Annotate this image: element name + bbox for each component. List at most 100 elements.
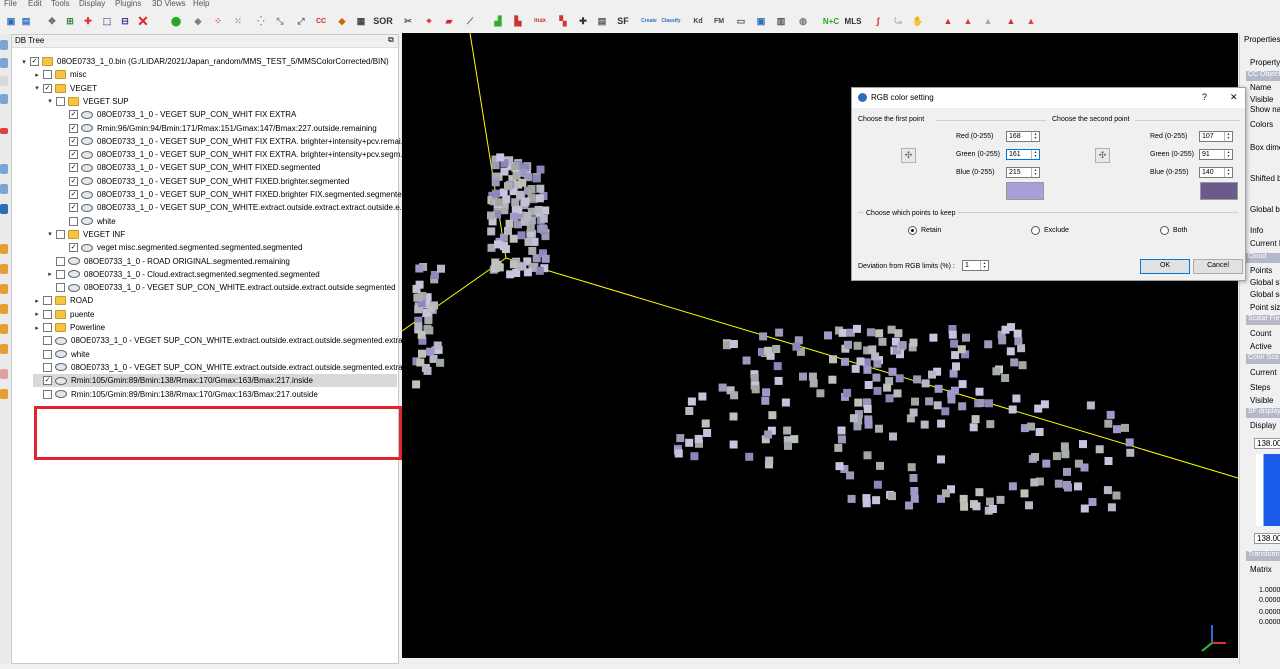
sor-button[interactable]: SOR — [372, 13, 394, 29]
tree-item[interactable]: ✓ Rmin:96/Gmin:94/Bmin:171/Rmax:151/Gmax:… — [59, 122, 377, 135]
collapse-arrow-icon[interactable]: ▾ — [20, 58, 28, 66]
tree-item[interactable]: 08OE0733_1_0 - VEGET SUP_CON_WHITE.extra… — [33, 334, 409, 347]
visibility-checkbox[interactable] — [43, 349, 52, 359]
delete-icon[interactable]: ✕ — [135, 13, 151, 29]
tree-item[interactable]: ▸ puente — [33, 308, 94, 321]
save-icon[interactable]: ▤ — [18, 13, 34, 29]
scatter-icon[interactable]: ⁛ — [253, 13, 269, 29]
open-icon[interactable]: ▣ — [3, 13, 19, 29]
resample-icon[interactable]: ⤡ — [272, 13, 288, 29]
tree-item[interactable]: Rmin:105/Gmin:89/Bmin:138/Rmax:170/Gmax:… — [33, 388, 318, 401]
visibility-checkbox[interactable]: ✓ — [69, 176, 78, 186]
visibility-checkbox[interactable] — [69, 216, 78, 226]
menu-help[interactable]: Help — [193, 0, 209, 8]
tree-item[interactable]: white — [59, 215, 116, 228]
visibility-checkbox[interactable] — [56, 229, 65, 239]
view-icon[interactable] — [0, 184, 8, 194]
expand-arrow-icon[interactable]: ▸ — [33, 310, 41, 318]
menu-edit[interactable]: Edit — [28, 0, 42, 8]
view-icon[interactable] — [0, 324, 8, 334]
shield-icon[interactable]: ◈ — [190, 13, 206, 29]
expand-arrow-icon[interactable]: ▸ — [33, 324, 41, 332]
both-radio[interactable]: Both — [1160, 226, 1187, 235]
fm-button[interactable]: FM — [711, 13, 727, 29]
cloud-compare-icon[interactable]: ▭ — [733, 13, 749, 29]
visibility-checkbox[interactable]: ✓ — [43, 83, 52, 93]
sor-filter-icon[interactable]: ◆ — [334, 13, 350, 29]
crop-icon[interactable]: ⊟ — [117, 13, 133, 29]
merge-icon[interactable]: ⊞ — [62, 13, 78, 29]
view-icon[interactable] — [0, 164, 8, 174]
tree-item[interactable]: ✓ 08OE0733_1_0 - VEGET SUP_CON_WHITE.extr… — [59, 201, 406, 214]
view-icon[interactable] — [0, 264, 8, 274]
target-icon[interactable]: ⌖ — [421, 13, 437, 29]
help-button[interactable]: ? — [1202, 92, 1207, 102]
sf-button[interactable]: SF — [613, 13, 633, 29]
view-icon[interactable] — [0, 284, 8, 294]
tree-item[interactable]: ▾ ✓ VEGET — [33, 82, 97, 95]
ransac-icon[interactable]: ʃ — [870, 13, 886, 29]
sphere-icon[interactable]: ◍ — [795, 13, 811, 29]
zoom-icon[interactable] — [0, 204, 8, 214]
visibility-checkbox[interactable]: ✓ — [69, 123, 78, 133]
visibility-checkbox[interactable] — [43, 362, 52, 372]
checker-icon[interactable]: ▦ — [353, 13, 369, 29]
nc-button[interactable]: N+C — [821, 13, 841, 29]
menu-file[interactable]: File — [4, 0, 17, 8]
visibility-checkbox[interactable] — [43, 309, 52, 319]
visibility-checkbox[interactable] — [56, 269, 65, 279]
tree-item[interactable]: ▸ misc — [33, 68, 86, 81]
menu-display[interactable]: Display — [79, 0, 105, 8]
pivot-icon[interactable] — [0, 128, 8, 134]
tree-item[interactable]: ✓ 08OE0733_1_0 - VEGET SUP_CON_WHIT FIXED… — [59, 175, 349, 188]
visibility-checkbox[interactable] — [56, 283, 65, 293]
expand-arrow-icon[interactable]: ▸ — [33, 71, 41, 79]
visibility-checkbox[interactable] — [43, 296, 52, 306]
facets-icon-1[interactable]: ▲ — [940, 13, 956, 29]
visibility-checkbox[interactable]: ✓ — [69, 203, 78, 213]
visibility-checkbox[interactable] — [43, 323, 52, 332]
sf-filter-icon[interactable]: ▚ — [555, 13, 571, 29]
facets-icon-4[interactable]: ▲ — [1003, 13, 1019, 29]
canupo-classify-button[interactable]: Classify — [661, 13, 680, 29]
menu-tools[interactable]: Tools — [51, 0, 70, 8]
noise-icon[interactable]: ⁙ — [230, 13, 246, 29]
subsample-icon[interactable]: ⁘ — [210, 13, 226, 29]
tree-item[interactable]: 08OE0733_1_0 - VEGET SUP_CON_WHITE.extra… — [46, 281, 396, 294]
hough-icon[interactable]: ⤿ — [890, 13, 906, 29]
add-icon[interactable]: ✚ — [575, 13, 591, 29]
visibility-checkbox[interactable]: ✓ — [69, 136, 78, 146]
visibility-checkbox[interactable]: ✓ — [30, 57, 39, 66]
facets-icon-5[interactable]: ▲ — [1023, 13, 1039, 29]
exclude-radio[interactable]: Exclude — [1031, 226, 1069, 235]
move-icon[interactable]: ✥ — [44, 13, 60, 29]
tree-item[interactable]: ✓ 08OE0733_1_0 - VEGET SUP_CON_WHIT FIX E… — [59, 108, 296, 121]
visibility-checkbox[interactable]: ✓ — [69, 243, 78, 253]
tree-item[interactable]: ▸ ROAD — [33, 294, 93, 307]
ok-button[interactable]: OK — [1140, 259, 1190, 274]
view-icon[interactable] — [0, 304, 8, 314]
visibility-checkbox[interactable] — [43, 336, 52, 346]
visibility-checkbox[interactable] — [43, 389, 52, 399]
second-color-swatch[interactable] — [1200, 182, 1238, 200]
expand-arrow-icon[interactable]: ▸ — [46, 270, 54, 278]
canupo-create-button[interactable]: Create — [640, 13, 658, 29]
scissors-icon[interactable]: ✂ — [400, 13, 416, 29]
tree-item[interactable]: ✓ 08OE0733_1_0 - VEGET SUP_CON_WHIT FIX E… — [59, 135, 407, 148]
first-green-spinbox[interactable]: 161 ▴ ▾ — [1006, 149, 1040, 160]
distance-icon[interactable]: ▣ — [753, 13, 769, 29]
profile-icon[interactable]: ⟋ — [462, 13, 478, 29]
menu-plugins[interactable]: Plugins — [115, 0, 141, 8]
tree-item[interactable]: ✓ veget misc.segmented.segmented.segmente… — [59, 241, 302, 254]
pick-second-point-button[interactable]: ✣ — [1095, 148, 1110, 163]
histogram-icon[interactable]: ▟ — [490, 13, 506, 29]
visibility-checkbox[interactable]: ✓ — [69, 163, 78, 173]
tree-item[interactable]: 08OE0733_1_0 - VEGET SUP_CON_WHITE.extra… — [33, 361, 409, 374]
view-icon[interactable] — [0, 40, 8, 50]
tree-item[interactable]: ▾ VEGET INF — [46, 228, 125, 241]
view-icon[interactable] — [0, 244, 8, 254]
float-icon[interactable]: ⧉ — [388, 35, 394, 45]
visibility-checkbox[interactable]: ✓ — [43, 376, 52, 386]
translate-icon[interactable]: ✚ — [80, 13, 96, 29]
view-icon[interactable] — [0, 58, 8, 68]
